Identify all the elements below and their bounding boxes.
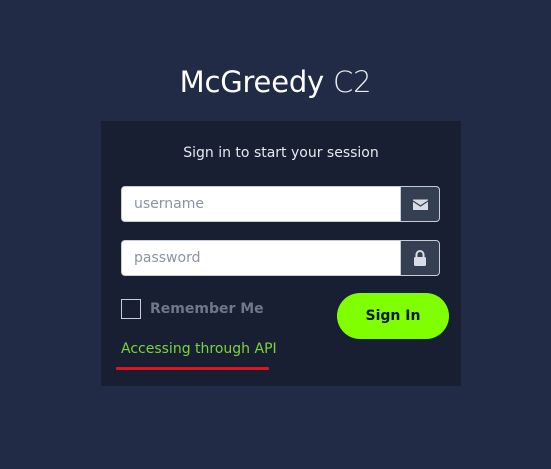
login-card: Sign in to start your session Remembe xyxy=(101,121,461,386)
remember-me-checkbox[interactable] xyxy=(121,299,141,319)
password-input[interactable] xyxy=(122,241,400,275)
lock-icon xyxy=(400,241,439,275)
red-underline-annotation xyxy=(116,367,269,370)
username-input[interactable] xyxy=(122,187,400,221)
login-page: McGreedy C2 Sign in to start your sessio… xyxy=(0,0,551,469)
sign-in-button[interactable]: Sign In xyxy=(337,293,449,339)
logo-brand: McGreedy xyxy=(179,65,325,99)
username-input-group xyxy=(121,186,440,222)
app-logo: McGreedy C2 xyxy=(0,62,551,102)
logo-suffix: C2 xyxy=(333,65,372,99)
password-input-group xyxy=(121,240,440,276)
remember-me: Remember Me xyxy=(121,299,264,319)
remember-me-label: Remember Me xyxy=(150,301,264,317)
envelope-icon xyxy=(400,187,439,221)
login-box-message: Sign in to start your session xyxy=(183,145,379,161)
api-access-link[interactable]: Accessing through API xyxy=(121,341,277,357)
